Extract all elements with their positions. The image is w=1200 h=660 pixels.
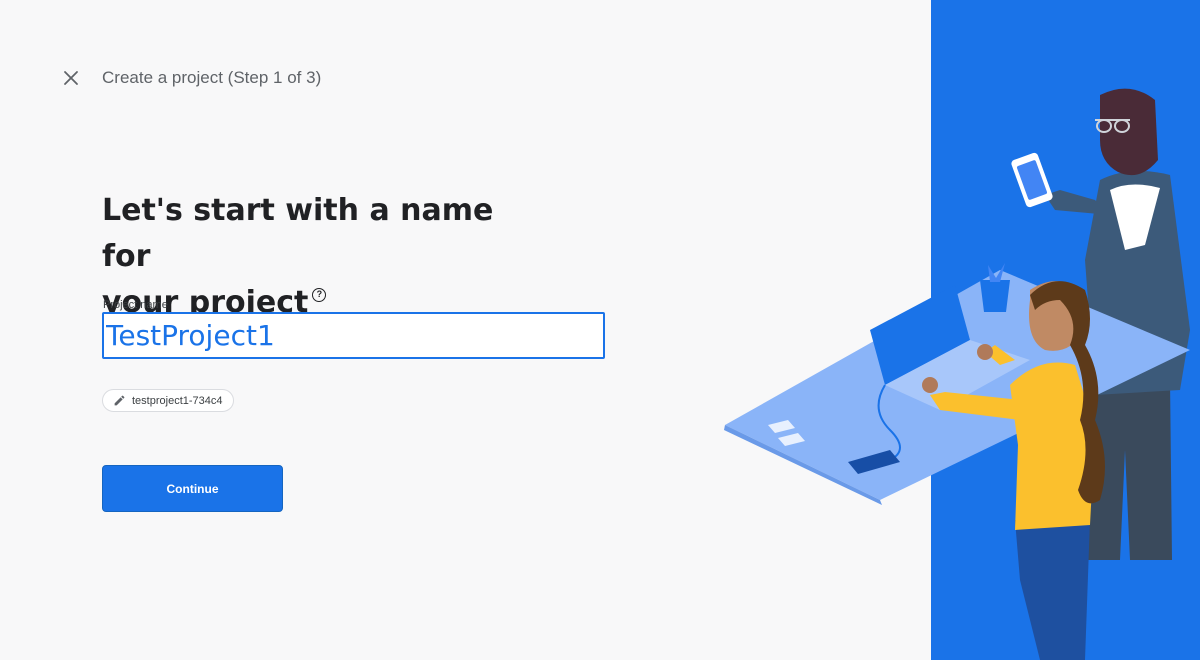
- project-id-chip[interactable]: testproject1-734c4: [102, 389, 234, 412]
- pencil-icon: [114, 395, 125, 406]
- step-title: Create a project (Step 1 of 3): [102, 68, 322, 87]
- close-icon: [64, 71, 78, 85]
- project-name-input[interactable]: [106, 314, 603, 357]
- continue-button[interactable]: Continue: [102, 465, 283, 512]
- project-name-field-wrapper: [102, 312, 605, 359]
- help-circle-icon[interactable]: ?: [312, 287, 327, 302]
- project-id-text: testproject1-734c4: [132, 394, 223, 407]
- project-name-label: Project name: [103, 299, 168, 311]
- close-button[interactable]: [58, 65, 84, 91]
- heading-line-1: Let's start with a name for: [102, 193, 494, 274]
- people-at-desk-illustration: [724, 0, 1200, 660]
